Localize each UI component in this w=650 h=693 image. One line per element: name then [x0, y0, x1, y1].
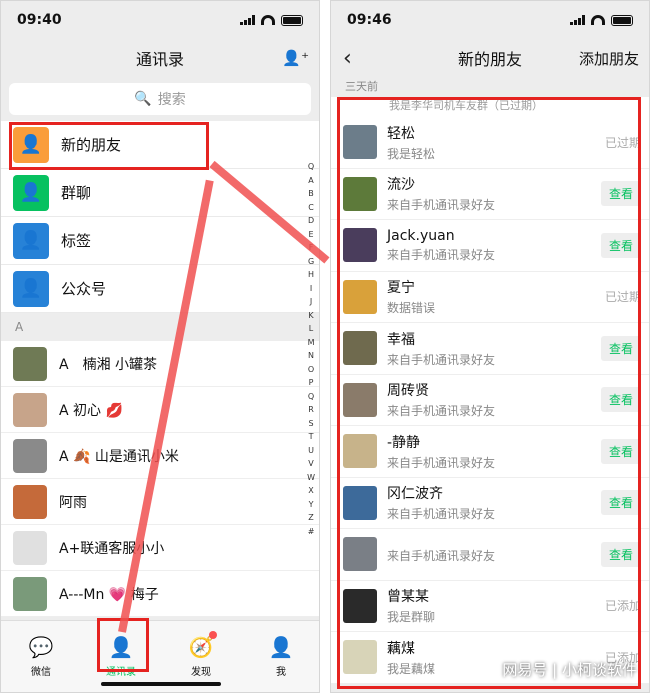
index-letter[interactable]: A [308, 175, 313, 187]
menu-item-label: 标签 [61, 232, 92, 250]
index-letter[interactable]: R [308, 404, 314, 416]
status-bar: 09:40 [1, 1, 319, 39]
index-letter[interactable]: T [309, 431, 314, 443]
avatar [13, 576, 47, 611]
index-letter[interactable]: L [309, 323, 313, 335]
contact-row[interactable]: A 楠湘 小罐茶 [1, 341, 319, 387]
index-letter[interactable]: X [308, 485, 313, 497]
avatar [13, 484, 47, 519]
notification-dot [209, 631, 217, 639]
wifi-icon [261, 15, 275, 25]
add-friend-button[interactable]: 添加朋友 [579, 48, 639, 69]
index-letter[interactable]: M [308, 337, 315, 349]
contact-name: A 初心 💋 [59, 402, 123, 419]
new-friends-highlight [9, 122, 209, 170]
home-indicator [101, 682, 221, 686]
index-letter[interactable]: # [308, 526, 315, 538]
alphabet-index[interactable]: QABCDEFGHIJKLMNOPQRSTUVWXYZ# [307, 161, 315, 537]
contacts-screen: 09:40 通讯录 👤⁺ 🔍 搜索 👤 新的朋友 👤 群聊 👤 标签 👤 公众号 A A 楠湘… [0, 0, 320, 693]
contact-row[interactable]: 阿雨 [1, 479, 319, 525]
contact-name: 阿雨 [59, 494, 87, 511]
nav-bar: 通讯录 👤⁺ [1, 39, 319, 77]
tab-chats[interactable]: 💬 微信 [1, 621, 81, 692]
menu-item[interactable]: 👤 公众号 [1, 265, 319, 313]
avatar [13, 346, 47, 381]
index-letter[interactable]: C [308, 202, 314, 214]
index-letter[interactable]: P [309, 377, 314, 389]
search-icon: 🔍 [134, 91, 152, 107]
page-title: 通讯录 [135, 50, 184, 69]
official-account-icon: 👤 [13, 270, 49, 307]
search-input[interactable]: 🔍 搜索 [9, 83, 311, 115]
contact-list: A 楠湘 小罐茶 A 初心 💋 A 🍂 山是通讯小米 阿雨 A+联通客服小小 A---Mn… [1, 341, 319, 617]
add-contact-icon[interactable]: 👤⁺ [282, 49, 309, 67]
index-letter[interactable]: K [308, 310, 313, 322]
index-letter[interactable]: D [308, 215, 314, 227]
new-friends-screen: 09:46 ‹ 新的朋友 添加朋友 三天前 我是李华司机车友群（已过期） 轻松我… [330, 0, 650, 693]
index-letter[interactable]: Q [308, 161, 314, 173]
status-bar: 09:46 [331, 1, 649, 39]
status-time: 09:46 [347, 12, 392, 28]
index-letter[interactable]: B [308, 188, 314, 200]
index-letter[interactable]: J [310, 296, 312, 308]
chat-icon: 💬 [28, 635, 54, 659]
menu-item-label: 群聊 [61, 184, 92, 202]
wifi-icon [591, 15, 605, 25]
index-letter[interactable]: G [308, 256, 314, 268]
avatar [13, 530, 47, 565]
index-letter[interactable]: Q [308, 391, 314, 403]
avatar [13, 438, 47, 473]
index-letter[interactable]: H [308, 269, 314, 281]
tab-me[interactable]: 👤 我 [241, 621, 319, 692]
nav-bar: ‹ 新的朋友 添加朋友 [331, 39, 649, 77]
contact-name: A+联通客服小小 [59, 540, 165, 557]
index-letter[interactable]: Z [308, 512, 313, 524]
search-placeholder: 搜索 [157, 92, 186, 108]
compass-icon: 🧭 [188, 635, 214, 659]
contact-row[interactable]: A+联通客服小小 [1, 525, 319, 571]
contact-row[interactable]: A---Mn 💗 梅子 [1, 571, 319, 617]
back-icon[interactable]: ‹ [343, 46, 352, 71]
section-header: 三天前 [331, 77, 649, 97]
page-title: 新的朋友 [457, 50, 522, 69]
index-letter[interactable]: I [310, 283, 312, 295]
contact-name: A 楠湘 小罐茶 [59, 356, 158, 373]
status-time: 09:40 [17, 12, 62, 28]
index-letter[interactable]: N [308, 350, 314, 362]
index-letter[interactable]: Y [309, 499, 314, 511]
tag-icon: 👤 [13, 222, 49, 259]
list-highlight [337, 97, 641, 689]
index-letter[interactable]: E [309, 229, 314, 241]
menu-item-label: 公众号 [61, 280, 107, 298]
index-letter[interactable]: O [308, 364, 314, 376]
index-letter[interactable]: U [308, 445, 314, 457]
index-letter[interactable]: S [309, 418, 314, 430]
me-icon: 👤 [268, 635, 294, 659]
index-letter[interactable]: V [308, 458, 313, 470]
menu-item[interactable]: 👤 标签 [1, 217, 319, 265]
screenshot-composite: 09:40 通讯录 👤⁺ 🔍 搜索 👤 新的朋友 👤 群聊 👤 标签 👤 公众号 A A 楠湘… [0, 0, 650, 693]
index-letter[interactable]: W [307, 472, 315, 484]
signal-icon [240, 15, 255, 25]
avatar [13, 392, 47, 427]
signal-icon [570, 15, 585, 25]
group-chat-icon: 👤 [13, 174, 49, 211]
section-header: A [1, 313, 319, 341]
battery-icon [611, 14, 633, 26]
contact-name: A---Mn 💗 梅子 [59, 586, 159, 603]
battery-icon [281, 14, 303, 26]
